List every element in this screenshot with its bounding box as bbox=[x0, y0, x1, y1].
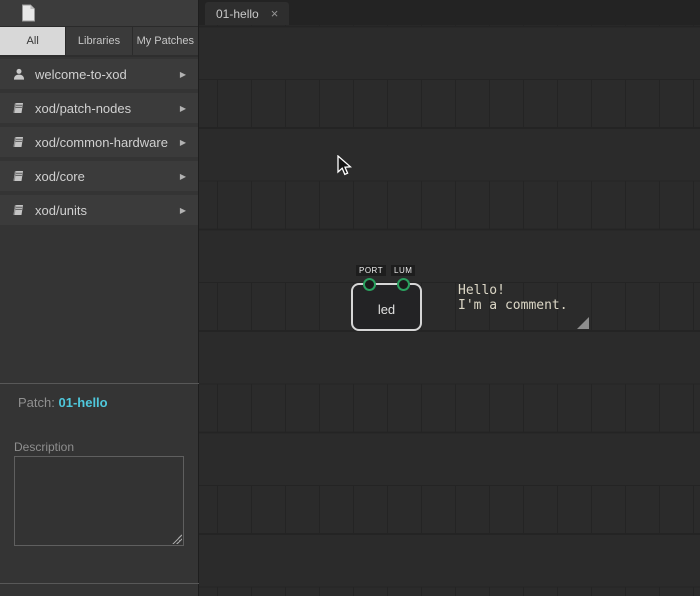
chevron-right-icon[interactable]: ▶ bbox=[180, 70, 186, 79]
editor-tab-label: 01-hello bbox=[216, 7, 259, 21]
user-icon bbox=[12, 68, 25, 80]
pin-label-lum: LUM bbox=[391, 265, 415, 276]
browser-item-xod-core[interactable]: xod/core ▶ bbox=[0, 161, 198, 191]
patch-info-line: Patch: 01-hello bbox=[18, 395, 108, 410]
browser-item-xod-units[interactable]: xod/units ▶ bbox=[0, 195, 198, 225]
patch-name-link[interactable]: 01-hello bbox=[58, 395, 107, 410]
tab-close-icon[interactable]: × bbox=[271, 7, 279, 20]
sidebar: All Libraries My Patches welcome-to-xod … bbox=[0, 0, 199, 596]
chevron-right-icon[interactable]: ▶ bbox=[180, 206, 186, 215]
patch-canvas[interactable]: PORT LUM led Hello! I'm a comment. bbox=[199, 25, 700, 596]
browser-item-label: xod/core bbox=[35, 169, 85, 184]
browser-item-label: xod/patch-nodes bbox=[35, 101, 131, 116]
project-browser-list: welcome-to-xod ▶ xod/patch-nodes ▶ bbox=[0, 57, 198, 225]
new-patch-button[interactable] bbox=[21, 4, 36, 22]
editor-tabbar: 01-hello × bbox=[199, 0, 700, 25]
chevron-right-icon[interactable]: ▶ bbox=[180, 138, 186, 147]
chevron-right-icon[interactable]: ▶ bbox=[180, 104, 186, 113]
browser-filter-tabs: All Libraries My Patches bbox=[0, 27, 198, 57]
browser-item-xod-common-hardware[interactable]: xod/common-hardware ▶ bbox=[0, 127, 198, 157]
description-label: Description bbox=[14, 440, 74, 454]
pin-lum[interactable] bbox=[397, 278, 410, 291]
node-label: led bbox=[353, 302, 420, 317]
tab-my-patches[interactable]: My Patches bbox=[133, 27, 198, 55]
book-icon bbox=[12, 204, 25, 216]
tab-all[interactable]: All bbox=[0, 27, 65, 55]
file-icon bbox=[21, 4, 36, 22]
browser-item-welcome-to-xod[interactable]: welcome-to-xod ▶ bbox=[0, 59, 198, 89]
browser-item-label: xod/common-hardware bbox=[35, 135, 168, 150]
comment-node[interactable]: Hello! I'm a comment. bbox=[458, 284, 590, 354]
pin-label-port: PORT bbox=[356, 265, 386, 276]
editor-tab-01-hello[interactable]: 01-hello × bbox=[205, 2, 289, 25]
browser-item-xod-patch-nodes[interactable]: xod/patch-nodes ▶ bbox=[0, 93, 198, 123]
description-input[interactable] bbox=[14, 456, 184, 546]
editor-area: 01-hello × PORT LUM led Hello! I'm a com… bbox=[199, 0, 700, 596]
comment-line: I'm a comment. bbox=[458, 299, 590, 314]
node-led[interactable]: PORT LUM led bbox=[351, 283, 422, 331]
book-icon bbox=[12, 170, 25, 182]
pin-port[interactable] bbox=[363, 278, 376, 291]
book-icon bbox=[12, 136, 25, 148]
browser-item-label: welcome-to-xod bbox=[35, 67, 127, 82]
book-icon bbox=[12, 102, 25, 114]
tab-libraries[interactable]: Libraries bbox=[66, 27, 131, 55]
sidebar-divider-top bbox=[0, 383, 199, 384]
browser-item-label: xod/units bbox=[35, 203, 87, 218]
comment-line: Hello! bbox=[458, 284, 590, 299]
sidebar-toolbar bbox=[0, 0, 198, 27]
comment-resize-handle-icon[interactable] bbox=[577, 317, 589, 329]
canvas-grid bbox=[199, 25, 700, 596]
sidebar-divider-bottom bbox=[0, 583, 199, 584]
textarea-resize-handle-icon[interactable] bbox=[172, 534, 182, 544]
patch-label: Patch: bbox=[18, 395, 55, 410]
chevron-right-icon[interactable]: ▶ bbox=[180, 172, 186, 181]
